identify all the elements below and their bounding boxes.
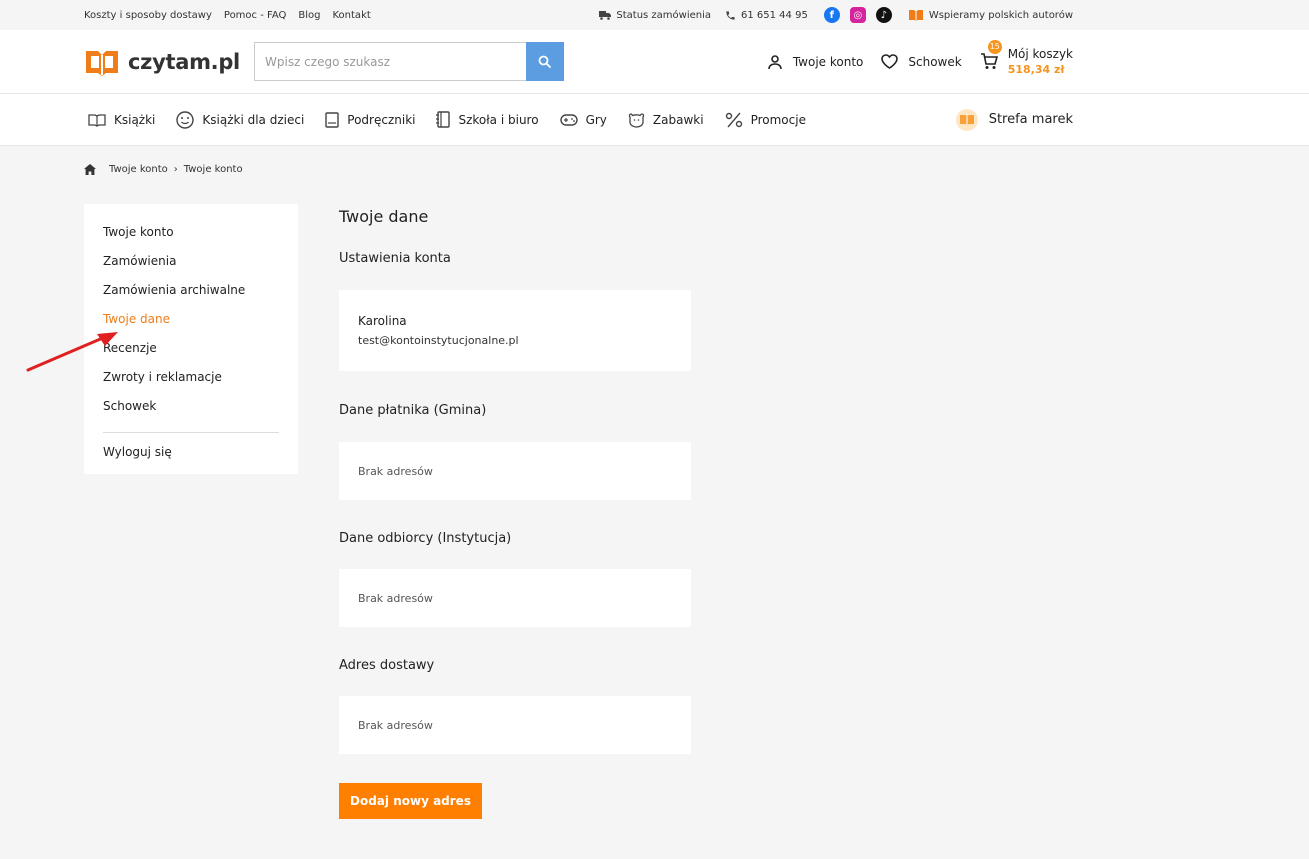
breadcrumb-item[interactable]: Twoje konto <box>109 164 168 175</box>
blog-link[interactable]: Blog <box>298 10 320 21</box>
page-title: Twoje dane <box>339 207 429 226</box>
recipient-address-card: Brak adresów <box>339 569 691 627</box>
wishlist-label: Schowek <box>908 54 962 69</box>
breadcrumb: Twoje konto › Twoje konto <box>84 164 243 175</box>
sidebar-item-orders[interactable]: Zamówienia <box>103 253 279 282</box>
facebook-icon[interactable]: f <box>823 7 840 23</box>
nav-label: Promocje <box>750 112 806 127</box>
search-input[interactable] <box>254 42 526 81</box>
brand-zone-label: Strefa marek <box>988 112 1073 127</box>
nav-item-books[interactable]: Książki <box>88 113 155 127</box>
instagram-icon[interactable]: ◎ <box>849 7 866 23</box>
sidebar-divider <box>103 432 279 433</box>
heart-icon <box>881 54 899 69</box>
add-address-button[interactable]: Dodaj nowy adres <box>339 783 482 819</box>
support-authors-label: Wspieramy polskich autorów <box>928 9 1073 21</box>
sidebar-item-your-data[interactable]: Twoje dane <box>103 311 279 340</box>
nav-label: Szkoła i biuro <box>458 112 539 127</box>
nav-label: Gry <box>585 112 607 127</box>
smiley-icon <box>176 110 195 129</box>
home-icon[interactable] <box>84 164 96 175</box>
nav-label: Podręczniki <box>347 112 416 127</box>
cart-label: Mój koszyk <box>1007 46 1073 61</box>
user-email: test@kontoinstytucjonalne.pl <box>358 334 519 347</box>
search-bar <box>254 42 564 81</box>
recipient-section-title: Dane odbiorcy (Instytucja) <box>339 531 512 546</box>
truck-icon <box>599 11 612 20</box>
user-icon <box>768 54 782 69</box>
breadcrumb-current: Twoje konto <box>183 164 243 175</box>
phone-number: 61 651 44 95 <box>741 9 808 21</box>
open-book-icon <box>908 10 923 21</box>
account-link[interactable]: Twoje konto <box>767 54 864 70</box>
red-arrow-annotation <box>26 332 118 372</box>
brand-zone-icon <box>955 108 978 131</box>
contact-link[interactable]: Kontakt <box>333 10 371 21</box>
cart-text: Mój koszyk 518,34 zł <box>1008 46 1073 78</box>
main-content: Twoje dane Ustawienia konta Karolina tes… <box>339 204 691 819</box>
category-nav: Książki Książki dla dzieci Podręczniki S… <box>0 94 1309 146</box>
user-name: Karolina <box>358 314 407 328</box>
sidebar-item-logout[interactable]: Wyloguj się <box>103 444 279 473</box>
gamepad-icon <box>559 113 578 126</box>
header: czytam.pl Twoje konto Schowek 15 Mój kos… <box>0 30 1309 94</box>
nav-item-promotions[interactable]: Promocje <box>725 112 806 128</box>
tiktok-icon[interactable]: ♪ <box>875 7 892 23</box>
logo-text: czytam.pl <box>128 49 240 74</box>
cart-count-badge: 15 <box>987 39 1002 54</box>
account-settings-title: Ustawienia konta <box>339 251 451 266</box>
top-links: Koszty i sposoby dostawy Pomoc - FAQ Blo… <box>84 10 383 21</box>
sidebar-item-archived-orders[interactable]: Zamówienia archiwalne <box>103 282 279 311</box>
delivery-address-card: Brak adresów <box>339 696 691 754</box>
nav-item-kids-books[interactable]: Książki dla dzieci <box>176 110 305 129</box>
cart-price: 518,34 zł <box>1007 62 1065 76</box>
delivery-empty-text: Brak adresów <box>358 718 433 732</box>
search-icon <box>538 55 552 68</box>
chevron-right-icon: › <box>173 164 178 175</box>
cart-link[interactable]: 15 Mój koszyk 518,34 zł <box>980 39 1073 78</box>
nav-item-games[interactable]: Gry <box>559 112 607 127</box>
sidebar-item-wishlist[interactable]: Schowek <box>103 398 279 427</box>
nav-label: Książki dla dzieci <box>202 112 305 127</box>
order-status-label: Status zamówienia <box>616 9 712 21</box>
nav-item-textbooks[interactable]: Podręczniki <box>325 111 416 128</box>
book-logo-icon <box>86 50 118 76</box>
payer-empty-text: Brak adresów <box>358 464 433 478</box>
percent-icon <box>725 112 742 127</box>
nav-item-brand-zone[interactable]: Strefa marek <box>955 108 1073 131</box>
nav-label: Książki <box>114 112 156 127</box>
payer-address-card: Brak adresów <box>339 442 691 500</box>
sidebar-item-reviews[interactable]: Recenzje <box>103 340 279 369</box>
notebook-icon <box>436 111 451 128</box>
cart-icon <box>980 53 998 69</box>
teddy-bear-icon <box>628 112 645 128</box>
delivery-section-title: Adres dostawy <box>339 658 435 673</box>
phone-link[interactable]: 61 651 44 95 <box>725 10 808 21</box>
support-authors-link[interactable]: Wspieramy polskich autorów <box>908 8 1073 22</box>
header-actions: Twoje konto Schowek 15 Mój koszyk 518,34… <box>749 39 1073 78</box>
payer-section-title: Dane płatnika (Gmina) <box>339 403 487 418</box>
nav-item-toys[interactable]: Zabawki <box>628 112 704 128</box>
textbook-icon <box>325 111 339 128</box>
faq-link[interactable]: Pomoc - FAQ <box>224 10 287 21</box>
top-right: Status zamówienia 61 651 44 95 f ◎ ♪ Wsp… <box>585 7 1073 23</box>
sidebar-item-returns[interactable]: Zwroty i reklamacje <box>103 369 279 398</box>
account-settings-card[interactable]: Karolina test@kontoinstytucjonalne.pl <box>339 290 691 371</box>
sidebar-item-account[interactable]: Twoje konto <box>103 224 279 253</box>
search-button[interactable] <box>526 42 564 81</box>
nav-item-school-office[interactable]: Szkoła i biuro <box>436 111 539 128</box>
shipping-link[interactable]: Koszty i sposoby dostawy <box>84 10 212 21</box>
social-links: f ◎ ♪ <box>823 7 902 23</box>
order-status-link[interactable]: Status zamówienia <box>599 10 711 21</box>
recipient-empty-text: Brak adresów <box>358 591 433 605</box>
account-label: Twoje konto <box>792 54 864 69</box>
logo[interactable]: czytam.pl <box>84 47 254 77</box>
wishlist-link[interactable]: Schowek <box>881 54 962 69</box>
book-icon <box>88 113 106 127</box>
top-bar: Koszty i sposoby dostawy Pomoc - FAQ Blo… <box>0 0 1309 30</box>
phone-icon <box>726 10 735 20</box>
nav-label: Zabawki <box>652 112 704 127</box>
